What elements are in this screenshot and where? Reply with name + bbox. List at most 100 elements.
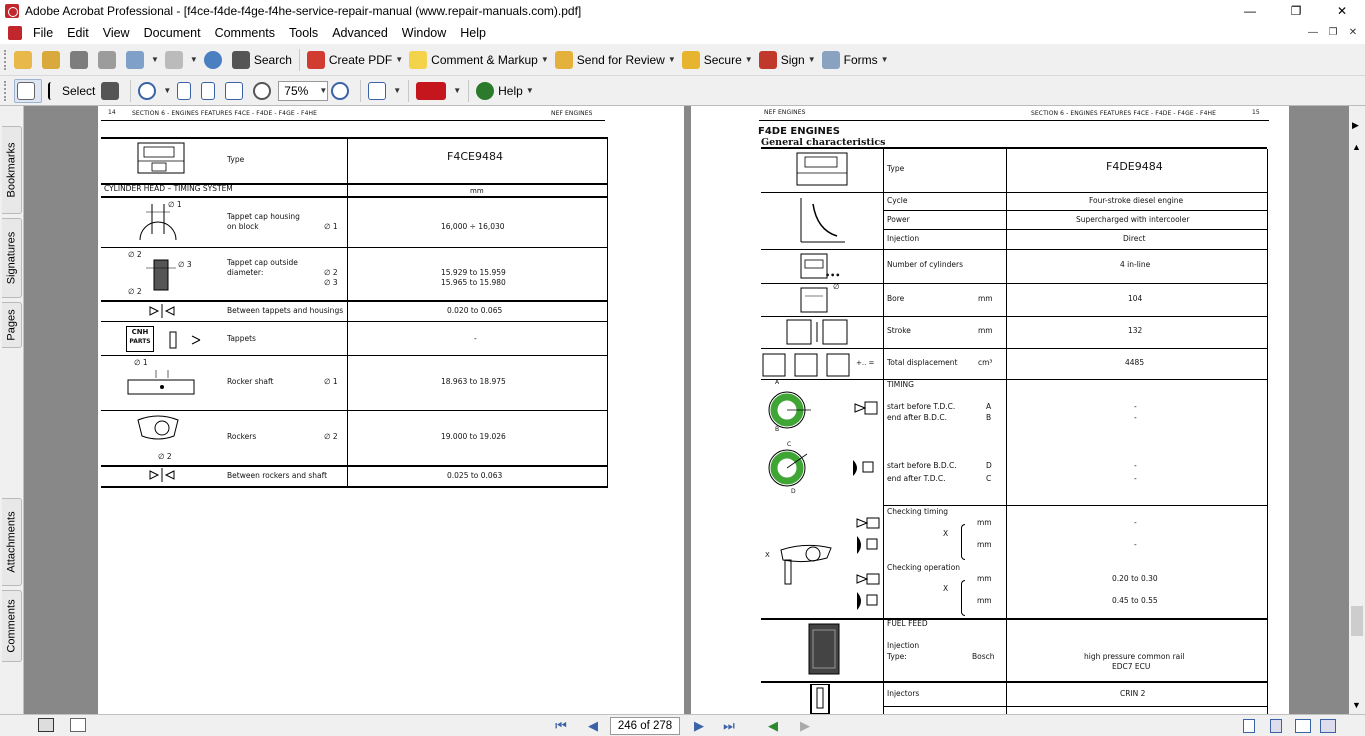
checking-mm-2: mm <box>977 540 992 549</box>
menu-help[interactable]: Help <box>453 26 493 40</box>
snapshot-button[interactable] <box>101 79 123 103</box>
continuous-icon[interactable] <box>1270 719 1282 733</box>
tab-comments[interactable]: Comments <box>2 590 22 662</box>
organizer-button[interactable] <box>42 48 64 72</box>
injectors-value: CRIN 2 <box>1120 689 1146 698</box>
doc-minimize-button[interactable]: — <box>1305 25 1321 39</box>
menu-edit[interactable]: Edit <box>60 26 96 40</box>
menu-window[interactable]: Window <box>395 26 453 40</box>
hand-tool-button[interactable] <box>14 78 42 103</box>
timing-a-label: A <box>986 402 992 411</box>
print-button[interactable] <box>98 48 120 72</box>
facing-icon[interactable] <box>1295 719 1311 733</box>
comment-markup-button[interactable]: Comment & Markup ▼ <box>409 48 549 72</box>
type-value-right: F4DE9484 <box>1106 160 1163 173</box>
clearance-symbol <box>148 303 176 319</box>
tab-pages[interactable]: Pages <box>2 302 22 348</box>
create-pdf-button[interactable]: Create PDF ▼ <box>306 48 403 72</box>
injection-label: Injection <box>887 234 920 243</box>
timing-end-tdc: end after T.D.C. <box>887 474 946 483</box>
menu-bar: File Edit View Document Comments Tools A… <box>0 22 1365 44</box>
panel-toggle-icon[interactable] <box>38 718 54 732</box>
op-intake-icon <box>855 572 881 586</box>
close-button[interactable]: ✕ <box>1319 0 1365 22</box>
yahoo-button[interactable]: ▼ <box>416 79 461 103</box>
row6-label: Rockers <box>227 432 257 441</box>
select-tool-button[interactable]: Select <box>48 79 95 103</box>
continuous-facing-icon[interactable] <box>1320 719 1336 733</box>
menu-advanced[interactable]: Advanced <box>325 26 395 40</box>
fit-page-icon <box>201 81 216 100</box>
up-arrow-icon[interactable]: ▲ <box>1352 142 1361 152</box>
menu-view[interactable]: View <box>96 26 137 40</box>
open-button[interactable] <box>14 48 36 72</box>
menu-file[interactable]: File <box>26 26 60 40</box>
rotate-button[interactable]: ▼ <box>368 79 401 103</box>
type-label: Type <box>227 155 245 164</box>
zoom-out-button[interactable] <box>253 79 275 103</box>
help-button[interactable]: Help ▼ <box>476 79 534 103</box>
cylinders-dots: ••• <box>825 271 841 280</box>
timing-d-value: - <box>1134 461 1137 470</box>
menu-tools[interactable]: Tools <box>282 26 325 40</box>
cycle-label: Cycle <box>887 196 908 205</box>
zoom-in-tool-button[interactable]: ▼ <box>138 79 171 103</box>
email-button[interactable] <box>203 48 226 72</box>
page-options-icon[interactable] <box>70 718 86 732</box>
fuel-brand: Bosch <box>972 652 995 661</box>
first-page-button[interactable]: ⏮ <box>552 718 570 734</box>
row6-value: 19.000 to 19.026 <box>441 432 506 441</box>
send-review-button[interactable]: Send for Review ▼ <box>554 48 676 72</box>
right-arrow-icon[interactable]: ▶ <box>1352 120 1359 131</box>
zoom-select[interactable]: 75% ▼ <box>278 80 329 101</box>
zoom-in-button[interactable] <box>331 79 353 103</box>
document-icon[interactable] <box>8 26 22 40</box>
row6-pic-label: ∅ 2 <box>158 452 172 461</box>
save-button[interactable] <box>70 48 92 72</box>
row3-label: Between tappets and housings <box>227 306 344 315</box>
attach-button[interactable]: ▼ <box>164 48 198 72</box>
row1-symbol: ∅ 1 <box>324 222 338 231</box>
bore-symbol: ∅ <box>833 282 840 291</box>
checking-x-2: X <box>943 584 949 593</box>
page-icon <box>177 81 192 100</box>
zoom-out-icon <box>253 81 272 100</box>
single-page-icon[interactable] <box>1243 719 1255 733</box>
tab-bookmarks[interactable]: Bookmarks <box>2 126 22 214</box>
next-view-button[interactable]: ▶ <box>796 718 814 734</box>
vertical-scrollbar[interactable]: ▶ ▲ ▼ <box>1349 106 1365 714</box>
forms-button[interactable]: Forms ▼ <box>821 48 889 72</box>
doc-restore-button[interactable]: ❐ <box>1325 25 1341 39</box>
down-arrow-icon[interactable]: ▼ <box>1352 700 1361 710</box>
maximize-button[interactable]: ❐ <box>1273 0 1319 22</box>
row7-label: Between rockers and shaft <box>227 471 328 480</box>
check-exhaust-icon <box>853 534 881 556</box>
search-button[interactable]: Search <box>231 48 292 72</box>
secure-button[interactable]: Secure ▼ <box>681 48 753 72</box>
scrollbar-thumb[interactable] <box>1351 606 1363 636</box>
previous-view-button[interactable]: ◀ <box>764 718 782 734</box>
bore-unit: mm <box>978 294 993 303</box>
actual-size-button[interactable] <box>177 79 195 103</box>
row5-value: 18.963 to 18.975 <box>441 377 506 386</box>
page-number-field[interactable]: 246 of 278 <box>610 717 680 735</box>
last-page-button[interactable]: ⏭ <box>720 718 738 734</box>
previous-page-button[interactable]: ◀ <box>584 718 602 734</box>
engine-type-drawing <box>793 151 853 189</box>
clearance-x: X <box>765 551 770 559</box>
row2-pic-label-2: ∅ 3 <box>178 260 192 269</box>
pages-button[interactable]: ▼ <box>126 48 159 72</box>
sign-button[interactable]: Sign ▼ <box>758 48 816 72</box>
tab-signatures[interactable]: Signatures <box>2 218 22 298</box>
fit-width-button[interactable] <box>225 79 247 103</box>
minimize-button[interactable]: — <box>1227 0 1273 22</box>
injector-drawing <box>809 683 833 714</box>
create-pdf-label: Create PDF <box>328 52 393 67</box>
doc-close-button[interactable]: ✕ <box>1345 25 1361 39</box>
next-page-button[interactable]: ▶ <box>690 718 708 734</box>
document-area[interactable]: 14 SECTION 6 - ENGINES FEATURES F4CE - F… <box>24 106 1349 714</box>
tab-attachments[interactable]: Attachments <box>2 498 22 586</box>
menu-comments[interactable]: Comments <box>208 26 282 40</box>
fit-page-button[interactable] <box>201 79 219 103</box>
menu-document[interactable]: Document <box>137 26 208 40</box>
